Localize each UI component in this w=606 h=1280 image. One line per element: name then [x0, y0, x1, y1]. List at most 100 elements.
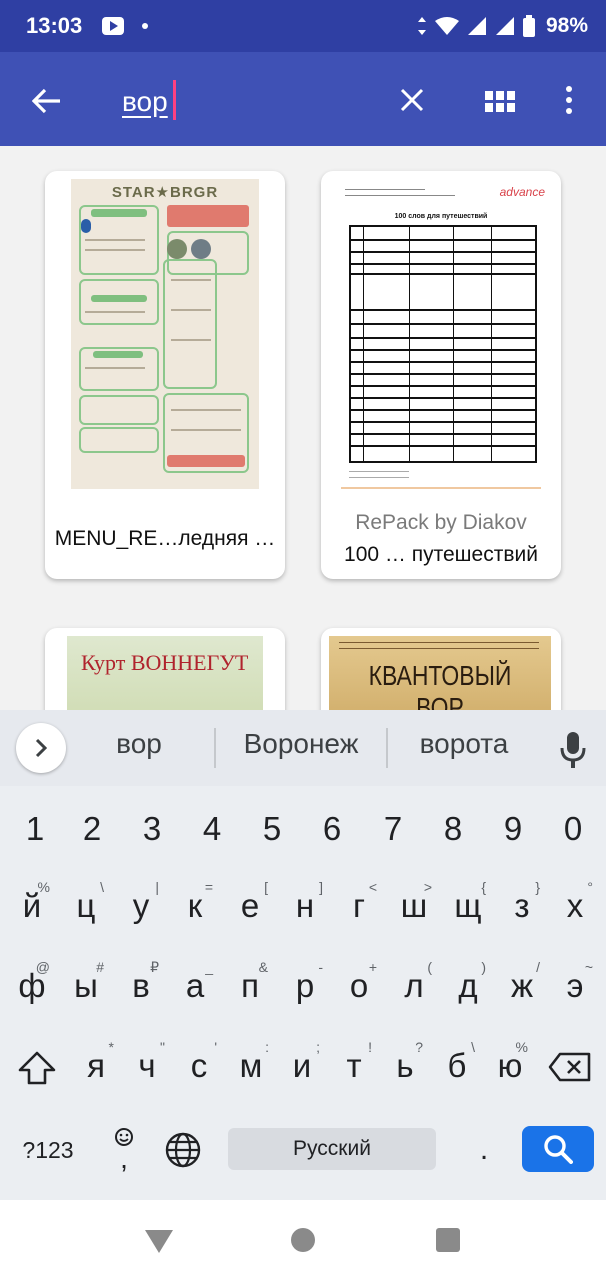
wifi-icon [434, 17, 459, 35]
key-letter[interactable]: х ° [545, 876, 605, 936]
book-card[interactable]: Курт ВОННЕГУТ [45, 628, 285, 710]
on-screen-keyboard: вор Воронеж ворота 1 2 3 4 5 6 7 8 9 0 й… [0, 710, 606, 1200]
dot-icon [142, 23, 149, 29]
key-letter[interactable]: з} [492, 876, 552, 936]
globe-icon [165, 1132, 201, 1168]
backspace-icon [548, 1052, 591, 1082]
key-letter[interactable]: р- [275, 956, 335, 1016]
key-letter[interactable]: ю% [480, 1036, 540, 1096]
key-letter[interactable]: б \ [427, 1036, 487, 1096]
emoji-comma-key[interactable]: , [104, 1122, 144, 1176]
back-button[interactable] [24, 82, 70, 120]
book-card[interactable]: advance 100 слов для путешествий RePack … [321, 171, 561, 579]
key-letter[interactable]: ь? [375, 1036, 435, 1096]
key-2[interactable]: 2 [62, 799, 122, 859]
comma-label: , [120, 1143, 128, 1174]
key-4[interactable]: 4 [182, 799, 242, 859]
grid-view-icon [485, 91, 515, 112]
close-icon [400, 88, 424, 112]
book-card[interactable]: КВАНТОВЫЙ ВОР [321, 628, 561, 710]
key-6[interactable]: 6 [302, 799, 362, 859]
nav-recents-icon[interactable] [436, 1228, 460, 1252]
key-letter[interactable]: п & [220, 956, 280, 1016]
youtube-notification-icon [102, 17, 125, 35]
status-icons: 98% [416, 14, 588, 38]
key-letter[interactable]: и; [272, 1036, 332, 1096]
key-1[interactable]: 1 [5, 799, 65, 859]
more-vert-icon [566, 86, 572, 114]
key-letter[interactable]: а _ [165, 956, 225, 1016]
thumbnail-logo: advance [499, 185, 545, 199]
key-letter[interactable]: ш > [384, 876, 444, 936]
period-key[interactable]: . [464, 1128, 504, 1172]
key-5[interactable]: 5 [242, 799, 302, 859]
key-letter[interactable]: ж / [492, 956, 552, 1016]
book-cover-thumbnail: КВАНТОВЫЙ ВОР [329, 636, 551, 710]
suggestion-2[interactable]: Воронеж [222, 728, 380, 760]
shift-icon [18, 1051, 56, 1085]
key-letter[interactable]: в ₽ [111, 956, 171, 1016]
space-bar[interactable]: Русский [228, 1128, 436, 1170]
key-letter[interactable]: ц \ [56, 876, 116, 936]
nav-back-icon[interactable] [144, 1228, 174, 1254]
clear-search-button[interactable] [392, 80, 432, 120]
key-letter[interactable]: г < [329, 876, 389, 936]
key-0[interactable]: 0 [543, 799, 603, 859]
key-3[interactable]: 3 [122, 799, 182, 859]
thumbnail-heading: 100 слов для путешествий [394, 213, 488, 220]
key-letter[interactable]: о + [329, 956, 389, 1016]
thumbnail-heading: Курт ВОННЕГУТ [81, 650, 249, 675]
search-key[interactable] [522, 1126, 594, 1172]
shift-key[interactable] [10, 1040, 64, 1096]
book-cover-thumbnail: Курт ВОННЕГУТ [67, 636, 263, 710]
suggestion-3[interactable]: ворота [394, 728, 534, 760]
signal-icon [467, 17, 486, 35]
arrow-back-icon [32, 88, 60, 114]
thumbnail-heading: STAR★BRGR [111, 184, 219, 201]
key-letter[interactable]: ч " [117, 1036, 177, 1096]
system-navigation-bar [0, 1200, 606, 1280]
search-input[interactable]: вор [122, 82, 168, 122]
book-cover-thumbnail: advance 100 слов для путешествий [331, 179, 551, 491]
chevron-right-icon [35, 738, 47, 758]
book-title: 100 … путешествий [344, 543, 538, 566]
expand-suggestions-button[interactable] [16, 723, 66, 773]
search-results-grid: STAR★BRGR MENU_RE…ледняя … advance 100 с… [0, 146, 606, 710]
key-letter[interactable]: э ~ [545, 956, 605, 1016]
key-letter[interactable]: л( [384, 956, 444, 1016]
battery-percent: 98% [545, 14, 588, 37]
suggestion-1[interactable]: вор [80, 728, 198, 760]
key-letter[interactable]: к = [165, 876, 225, 936]
key-letter[interactable]: ф @ [2, 956, 62, 1016]
book-card[interactable]: STAR★BRGR MENU_RE…ледняя … [45, 171, 285, 579]
key-letter[interactable]: у | [111, 876, 171, 936]
key-letter[interactable]: й% [2, 876, 62, 936]
key-8[interactable]: 8 [423, 799, 483, 859]
key-9[interactable]: 9 [483, 799, 543, 859]
data-arrows-icon [417, 17, 426, 35]
search-app-bar: вор [0, 52, 606, 146]
battery-icon [522, 15, 535, 37]
symbols-key[interactable]: ?123 [10, 1128, 86, 1172]
key-letter[interactable]: н] [275, 876, 335, 936]
key-letter[interactable]: е[ [220, 876, 280, 936]
nav-home-icon[interactable] [291, 1228, 315, 1252]
key-letter[interactable]: ы # [56, 956, 116, 1016]
book-author: RePack by Diakov [355, 511, 527, 534]
language-key[interactable] [160, 1128, 206, 1172]
thumbnail-heading: КВАНТОВЫЙ ВОР [368, 660, 512, 710]
book-title: MENU_RE…ледняя … [54, 527, 276, 550]
mic-icon[interactable] [558, 730, 588, 770]
key-letter[interactable]: щ{ [438, 876, 498, 936]
suggestion-strip: вор Воронеж ворота [0, 710, 606, 786]
text-cursor [173, 80, 176, 120]
key-7[interactable]: 7 [363, 799, 423, 859]
book-cover-thumbnail: STAR★BRGR [71, 179, 259, 489]
key-letter[interactable]: д) [438, 956, 498, 1016]
search-icon [544, 1135, 573, 1164]
grid-view-button[interactable] [480, 82, 520, 122]
thumbnail-table [349, 225, 537, 463]
backspace-key[interactable] [542, 1042, 598, 1092]
more-options-button[interactable] [556, 80, 582, 120]
key-letter[interactable]: с ' [169, 1036, 229, 1096]
